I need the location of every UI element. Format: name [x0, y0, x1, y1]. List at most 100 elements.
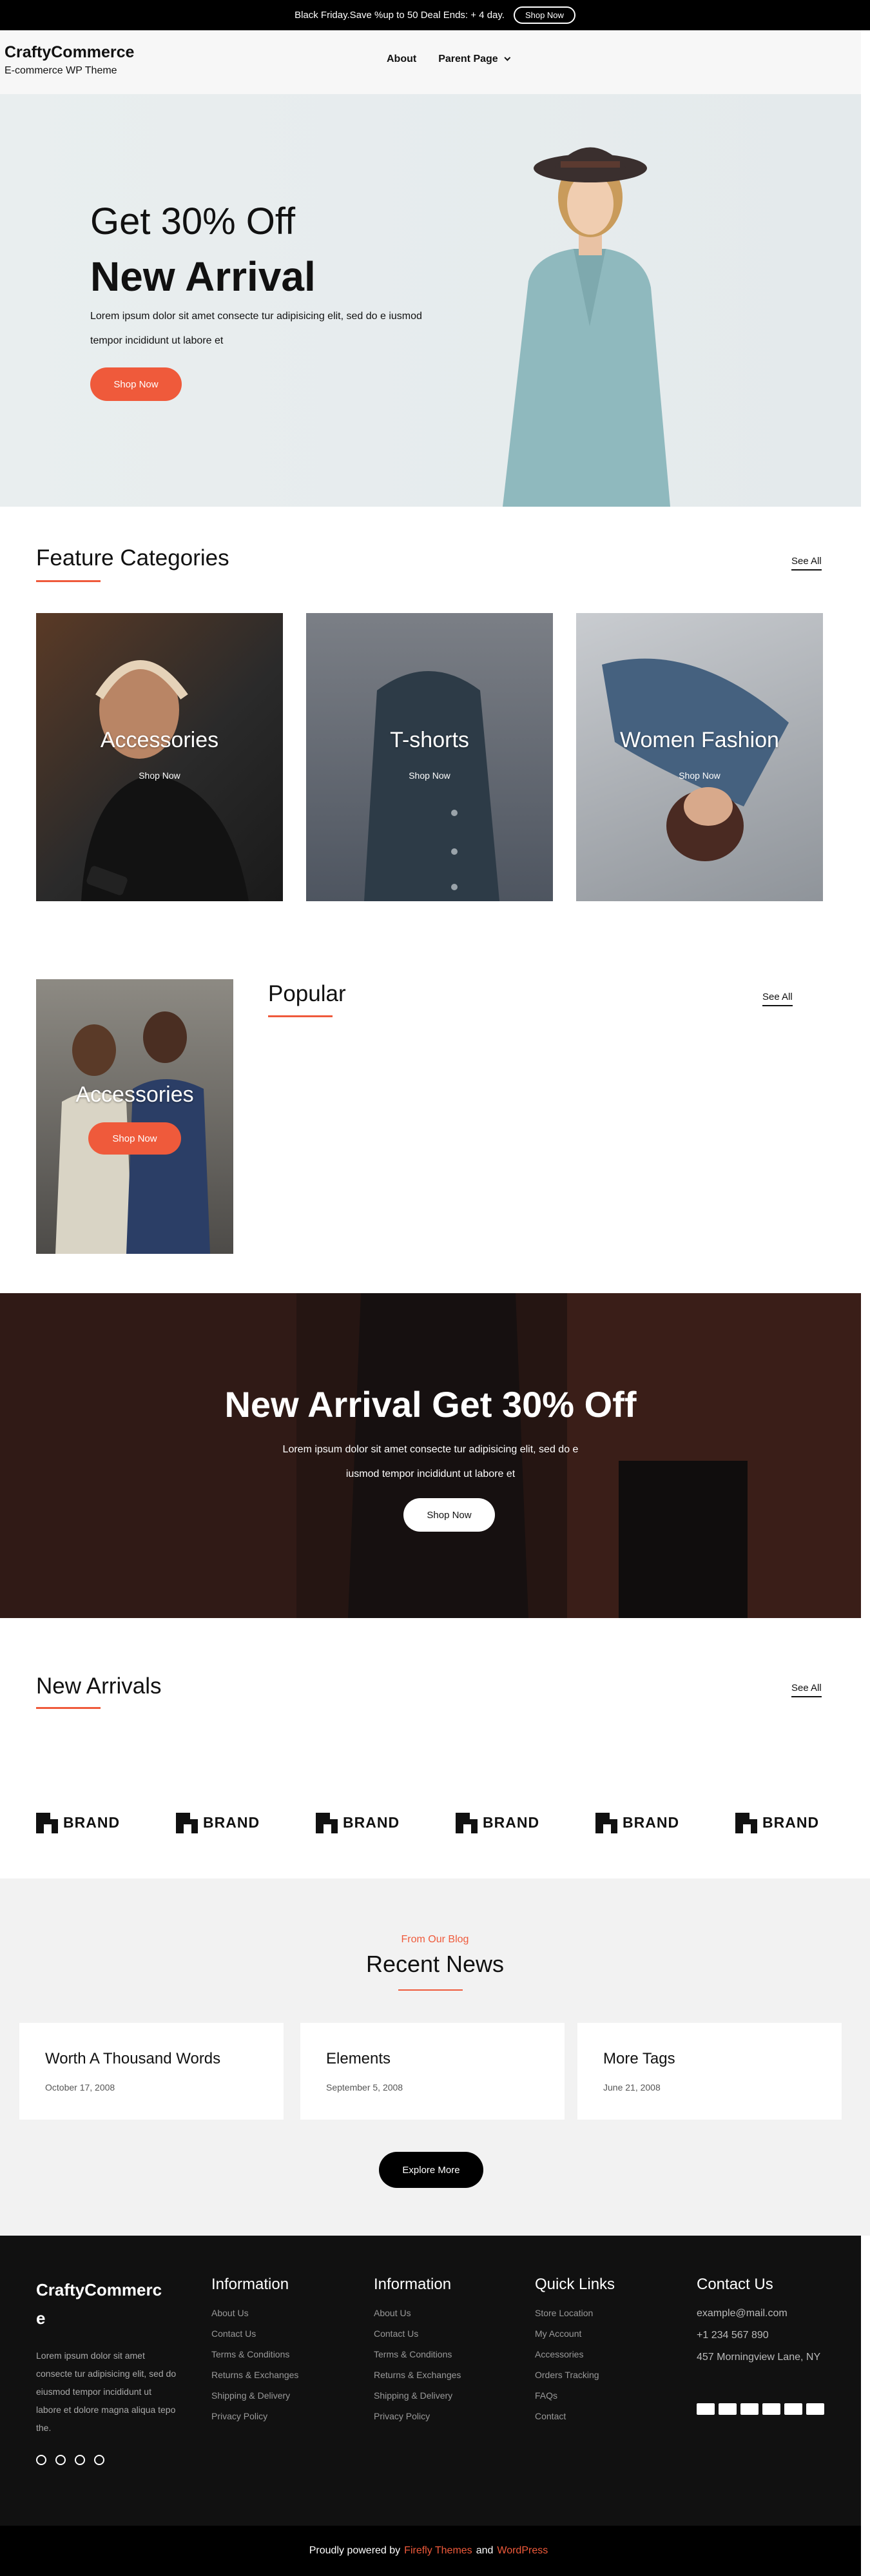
- category-shop-link[interactable]: Shop Now: [576, 770, 823, 781]
- footer-link[interactable]: Terms & Conditions: [374, 2344, 461, 2365]
- category-label: T-shorts: [390, 728, 469, 752]
- social-links: [36, 2455, 104, 2465]
- category-image-women-fashion: [602, 658, 789, 861]
- news-title[interactable]: More Tags: [603, 2050, 675, 2068]
- category-shop-link[interactable]: Shop Now: [36, 770, 283, 781]
- brand-mark-icon: [595, 1813, 617, 1833]
- footer-column-quick-links: Quick Links Store Location My Account Ac…: [535, 2276, 615, 2426]
- linkedin-icon[interactable]: [75, 2455, 85, 2465]
- footer-link[interactable]: Returns & Exchanges: [211, 2365, 298, 2385]
- banner-shop-button[interactable]: Shop Now: [403, 1498, 495, 1532]
- site-header: CraftyCommerce E-commerce WP Theme About…: [0, 30, 861, 94]
- news-card[interactable]: More Tags June 21, 2008: [577, 2023, 842, 2120]
- popular-see-all-link[interactable]: See All: [762, 991, 793, 1006]
- powered-prefix: Proudly powered by: [309, 2545, 401, 2556]
- section-underline: [268, 1015, 333, 1017]
- category-image-tshirts: [364, 671, 499, 901]
- news-title[interactable]: Worth A Thousand Words: [45, 2050, 220, 2068]
- footer-link[interactable]: Privacy Policy: [211, 2406, 298, 2426]
- footer-link[interactable]: Contact Us: [374, 2323, 461, 2344]
- news-date: September 5, 2008: [326, 2082, 403, 2093]
- nav-item-about[interactable]: About: [387, 54, 416, 65]
- popular-shop-button[interactable]: Shop Now: [88, 1122, 181, 1155]
- hero-shop-button[interactable]: Shop Now: [90, 367, 182, 401]
- instagram-icon[interactable]: [94, 2455, 104, 2465]
- brand-mark-icon: [36, 1813, 58, 1833]
- site-title[interactable]: CraftyCommerce: [5, 43, 134, 62]
- popular-card-accessories[interactable]: Accessories Shop Now: [36, 979, 233, 1254]
- wordpress-link[interactable]: WordPress: [497, 2545, 548, 2557]
- new-arrivals-title: New Arrivals: [36, 1673, 162, 1699]
- footer-link[interactable]: Accessories: [535, 2344, 615, 2365]
- card-icon: [784, 2403, 802, 2415]
- footer-link[interactable]: My Account: [535, 2323, 615, 2344]
- contact-phone[interactable]: +1 234 567 890: [697, 2325, 832, 2347]
- promo-shop-button[interactable]: Shop Now: [513, 6, 575, 24]
- category-label: Accessories: [100, 728, 219, 752]
- brand-mark-icon: [735, 1813, 757, 1833]
- hero-title: New Arrival: [90, 253, 316, 300]
- footer-link[interactable]: Shipping & Delivery: [374, 2385, 461, 2406]
- footer-link[interactable]: About Us: [374, 2303, 461, 2323]
- footer-link[interactable]: Privacy Policy: [374, 2406, 461, 2426]
- feature-categories-title: Feature Categories: [36, 545, 229, 571]
- section-underline: [398, 1989, 463, 1991]
- brand-word: BRAND: [203, 1813, 260, 1831]
- category-label: Women Fashion: [620, 728, 779, 752]
- brand-word: BRAND: [623, 1813, 680, 1831]
- news-date: June 21, 2008: [603, 2082, 661, 2093]
- contact-address: 457 Morningview Lane, NY: [697, 2352, 821, 2363]
- promo-bar: Black Friday.Save %up to 50 Deal Ends: +…: [0, 0, 870, 30]
- nav-item-parent-page-label: Parent Page: [438, 54, 498, 64]
- site-tagline: E-commerce WP Theme: [5, 65, 117, 76]
- news-date: October 17, 2008: [45, 2082, 115, 2093]
- category-shop-link[interactable]: Shop Now: [306, 770, 553, 781]
- brand-logo[interactable]: BRAND: [36, 1811, 120, 1833]
- footer-brand[interactable]: CraftyCommerc e: [36, 2276, 165, 2332]
- twitter-icon[interactable]: [55, 2455, 66, 2465]
- card-icon: [806, 2403, 824, 2415]
- footer-link[interactable]: Terms & Conditions: [211, 2344, 298, 2365]
- theme-link[interactable]: Firefly Themes: [404, 2545, 472, 2557]
- news-card[interactable]: Worth A Thousand Words October 17, 2008: [19, 2023, 284, 2120]
- nav-item-parent-page[interactable]: Parent Page: [438, 54, 510, 65]
- section-underline: [36, 1707, 101, 1709]
- footer-link[interactable]: Contact Us: [211, 2323, 298, 2344]
- brand-logo[interactable]: BRAND: [176, 1811, 260, 1833]
- footer-column-title: Quick Links: [535, 2276, 615, 2293]
- footer-link[interactable]: Returns & Exchanges: [374, 2365, 461, 2385]
- brand-mark-icon: [316, 1813, 338, 1833]
- explore-more-button[interactable]: Explore More: [379, 2152, 483, 2188]
- arrivals-see-all-link[interactable]: See All: [791, 1683, 822, 1697]
- footer-about-text: Lorem ipsum dolor sit amet consecte tur …: [36, 2350, 177, 2433]
- blog-kicker: From Our Blog: [401, 1934, 469, 1945]
- powered-by-bar: Proudly powered by Firefly Themes and Wo…: [0, 2526, 861, 2576]
- banner-text: Lorem ipsum dolor sit amet consecte tur …: [282, 1444, 579, 1479]
- powered-and: and: [476, 2545, 494, 2556]
- facebook-icon[interactable]: [36, 2455, 46, 2465]
- footer-column-title: Information: [211, 2276, 289, 2293]
- footer-link[interactable]: About Us: [211, 2303, 298, 2323]
- hero-section: Get 30% Off New Arrival Lorem ipsum dolo…: [0, 94, 861, 507]
- news-card[interactable]: Elements September 5, 2008: [300, 2023, 565, 2120]
- footer-link[interactable]: Store Location: [535, 2303, 615, 2323]
- news-title[interactable]: Elements: [326, 2050, 391, 2068]
- contact-email[interactable]: example@mail.com: [697, 2303, 832, 2325]
- footer-link[interactable]: FAQs: [535, 2385, 615, 2406]
- footer-link[interactable]: Contact: [535, 2406, 615, 2426]
- footer-link[interactable]: Shipping & Delivery: [211, 2385, 298, 2406]
- brand-mark-icon: [176, 1813, 198, 1833]
- feature-see-all-link[interactable]: See All: [791, 556, 822, 571]
- category-card-tshirts[interactable]: T-shorts Shop Now: [306, 613, 553, 901]
- category-card-accessories[interactable]: Accessories Shop Now: [36, 613, 283, 901]
- brand-logo[interactable]: BRAND: [316, 1811, 400, 1833]
- brand-logo[interactable]: BRAND: [595, 1811, 679, 1833]
- brand-logo[interactable]: BRAND: [456, 1811, 539, 1833]
- category-card-women-fashion[interactable]: Women Fashion Shop Now: [576, 613, 823, 901]
- footer-column-contact: Contact Us example@mail.com +1 234 567 8…: [697, 2276, 832, 2368]
- blog-section: From Our Blog Recent News Worth A Thousa…: [0, 1878, 870, 2236]
- brand-logo[interactable]: BRAND: [735, 1811, 819, 1833]
- hero-text: Lorem ipsum dolor sit amet consecte tur …: [90, 311, 422, 346]
- footer-link[interactable]: Orders Tracking: [535, 2365, 615, 2385]
- paypal-icon: [740, 2403, 759, 2415]
